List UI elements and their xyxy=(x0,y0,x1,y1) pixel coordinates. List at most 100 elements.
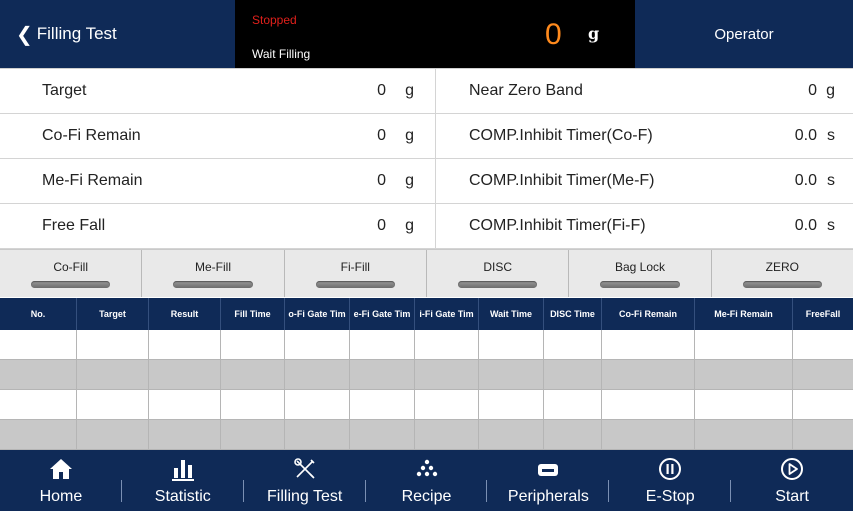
param-label: Co-Fi Remain xyxy=(42,127,141,144)
param-label: COMP.Inhibit Timer(Co-F) xyxy=(469,127,653,144)
header-bar: ❮ Filling Test Stopped Wait Filling 0 g … xyxy=(0,0,853,68)
operator-button[interactable]: Operator xyxy=(635,0,853,68)
table-cell xyxy=(793,420,853,450)
table-cell xyxy=(415,360,479,390)
param-row: Co-Fi Remain 0 g COMP.Inhibit Timer(Co-F… xyxy=(0,114,853,159)
column-header: No. xyxy=(0,298,77,330)
table-cell xyxy=(285,360,350,390)
table-cell xyxy=(602,330,695,360)
table-cell xyxy=(544,390,602,420)
table-cell xyxy=(77,390,149,420)
bottom-nav: Home Statistic Filling Test Recipe Perip… xyxy=(0,450,853,511)
table-row[interactable] xyxy=(0,360,853,390)
back-button[interactable]: ❮ Filling Test xyxy=(0,0,235,68)
nav-label: Peripherals xyxy=(507,488,589,505)
page-title: Filling Test xyxy=(36,24,117,43)
param-inhibit-timer-co-f: COMP.Inhibit Timer(Co-F) 0.0 s xyxy=(436,114,853,158)
table-cell xyxy=(0,420,77,450)
table-cell xyxy=(544,360,602,390)
param-unit: g xyxy=(405,172,414,189)
table-cell xyxy=(544,420,602,450)
tools-icon xyxy=(244,457,366,481)
param-inhibit-timer-fi-f: COMP.Inhibit Timer(Fi-F) 0.0 s xyxy=(436,204,853,248)
table-cell xyxy=(793,360,853,390)
table-cell xyxy=(221,420,285,450)
table-row[interactable] xyxy=(0,390,853,420)
column-header: Co-Fi Remain xyxy=(602,298,695,330)
param-free-fall: Free Fall 0 g xyxy=(0,204,436,248)
param-value: 0.0 xyxy=(794,127,817,144)
column-header: Target xyxy=(77,298,149,330)
indicator-lamp xyxy=(315,281,395,288)
param-unit: g xyxy=(405,127,414,144)
param-label: Me-Fi Remain xyxy=(42,172,143,189)
param-row: Free Fall 0 g COMP.Inhibit Timer(Fi-F) 0… xyxy=(0,204,853,249)
column-header: FreeFall xyxy=(805,309,841,319)
param-value: 0 xyxy=(377,217,386,234)
table-cell xyxy=(149,330,221,360)
param-row: Target 0 g Near Zero Band 0 g xyxy=(0,69,853,114)
nav-start[interactable]: Start xyxy=(731,450,853,511)
param-me-fi-remain: Me-Fi Remain 0 g xyxy=(0,159,436,203)
nav-filling-test[interactable]: Filling Test xyxy=(244,450,366,511)
table-cell xyxy=(350,390,415,420)
printer-icon xyxy=(487,457,609,481)
indicator-me-fill: Me-Fill xyxy=(142,250,285,297)
indicator-label: Fi-Fill xyxy=(340,260,370,274)
table-cell xyxy=(350,420,415,450)
nav-peripherals[interactable]: Peripherals xyxy=(487,450,610,511)
nav-home[interactable]: Home xyxy=(0,450,122,511)
nav-label: Home xyxy=(39,488,83,505)
table-cell xyxy=(695,390,793,420)
param-value: 0 xyxy=(377,127,386,144)
bar-chart-icon xyxy=(122,457,244,481)
table-cell xyxy=(0,390,77,420)
table-cell xyxy=(695,360,793,390)
chevron-left-icon: ❮ xyxy=(16,23,33,46)
indicator-lamp xyxy=(742,281,822,288)
indicator-fi-fill: Fi-Fill xyxy=(285,250,427,297)
indicator-label: Me-Fill xyxy=(194,260,231,274)
table-row[interactable] xyxy=(0,330,853,360)
table-cell xyxy=(221,390,285,420)
table-row[interactable] xyxy=(0,420,853,450)
column-header: Wait Time xyxy=(479,298,544,330)
param-unit: g xyxy=(405,217,414,234)
nav-label: Start xyxy=(775,488,809,505)
nav-e-stop[interactable]: E-Stop xyxy=(609,450,732,511)
nav-label: Recipe xyxy=(401,488,452,505)
nav-statistic[interactable]: Statistic xyxy=(122,450,244,511)
table-cell xyxy=(77,330,149,360)
results-table[interactable]: No. Target Result Fill Time o-Fi Gate Ti… xyxy=(0,298,853,450)
table-cell xyxy=(149,360,221,390)
param-unit: g xyxy=(405,82,414,99)
state-text: Wait Filling xyxy=(252,47,311,61)
param-near-zero-band: Near Zero Band 0 g xyxy=(436,69,853,113)
column-header: i-Fi Gate Tim xyxy=(415,298,479,330)
table-cell xyxy=(0,330,77,360)
param-unit: s xyxy=(827,217,835,234)
table-cell xyxy=(695,330,793,360)
table-header: No. Target Result Fill Time o-Fi Gate Ti… xyxy=(0,298,853,330)
dots-pyramid-icon xyxy=(366,457,488,481)
table-cell xyxy=(221,360,285,390)
indicator-lamp xyxy=(173,281,253,288)
indicator-bag-lock: Bag Lock xyxy=(569,250,712,297)
column-header: o-Fi Gate Tim xyxy=(285,298,350,330)
indicator-lamp xyxy=(458,281,538,288)
table-cell xyxy=(793,330,853,360)
indicator-label: Co-Fill xyxy=(53,260,88,274)
table-cell xyxy=(415,330,479,360)
indicator-lamp xyxy=(600,281,680,288)
param-inhibit-timer-me-f: COMP.Inhibit Timer(Me-F) 0.0 s xyxy=(436,159,853,203)
param-co-fi-remain: Co-Fi Remain 0 g xyxy=(0,114,436,158)
table-cell xyxy=(479,360,544,390)
home-icon xyxy=(0,457,122,481)
param-value: 0 xyxy=(377,82,386,99)
column-header: Result xyxy=(149,298,221,330)
table-cell xyxy=(695,420,793,450)
nav-recipe[interactable]: Recipe xyxy=(366,450,488,511)
param-unit: g xyxy=(826,82,835,99)
nav-label: Filling Test xyxy=(267,488,343,505)
param-label: Free Fall xyxy=(42,217,106,234)
